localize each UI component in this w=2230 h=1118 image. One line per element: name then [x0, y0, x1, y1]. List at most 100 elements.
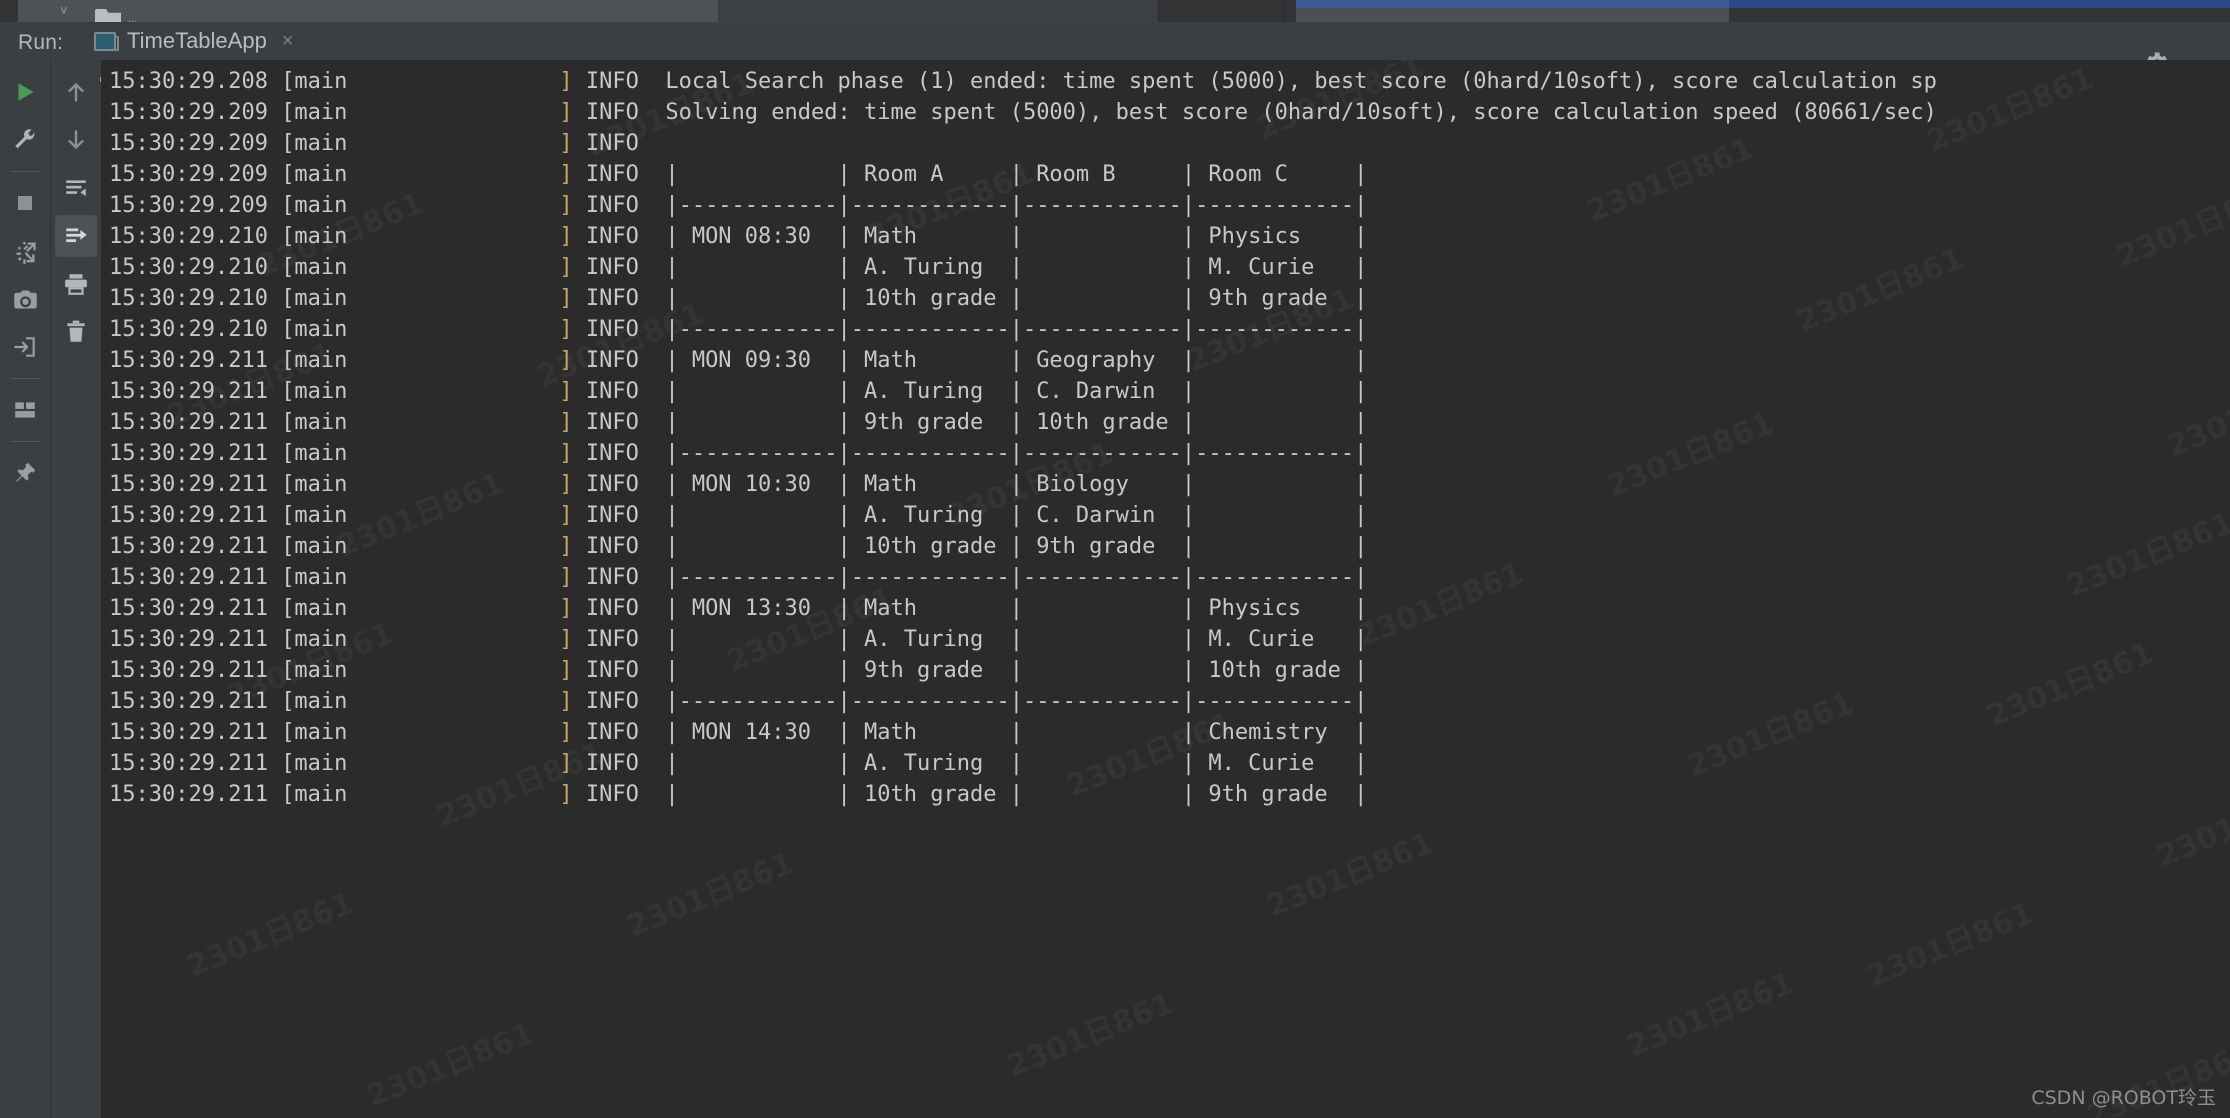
log-line: 15:30:29.210 [main ] INFO | | A. Turing … [101, 252, 1937, 283]
log-bracket: ] [559, 751, 586, 776]
log-thread: [main [281, 317, 560, 342]
log-line: 15:30:29.211 [main ] INFO | | A. Turing … [101, 624, 1937, 655]
log-timestamp: 15:30:29.211 [109, 751, 282, 776]
log-line: 15:30:29.211 [main ] INFO | | 10th grade… [101, 779, 1937, 810]
previous-occurrence-button[interactable] [55, 71, 97, 113]
rerun-failed-tests-button[interactable] [4, 230, 46, 272]
soft-wrap-icon [63, 175, 89, 201]
log-timestamp: 15:30:29.211 [109, 689, 282, 714]
log-message: Solving ended: time spent (5000), best s… [665, 100, 1937, 125]
chrome-segment-title-bar-blue-dark [1729, 0, 2230, 8]
log-level: INFO [585, 534, 666, 559]
log-timestamp: 15:30:29.211 [109, 441, 282, 466]
log-message: | MON 13:30 | Math | | Physics | [665, 596, 1368, 621]
log-message: |------------|------------|------------|… [665, 689, 1368, 714]
rerun-button[interactable] [4, 71, 46, 113]
log-bracket: ] [559, 224, 586, 249]
run-configuration-icon [94, 31, 119, 51]
log-thread: [main [281, 131, 560, 156]
run-toolbar-primary [0, 60, 50, 1118]
log-level: INFO [585, 782, 666, 807]
log-level: INFO [585, 441, 666, 466]
log-message: | MON 09:30 | Math | Geography | | [665, 348, 1368, 373]
log-level: INFO [585, 658, 666, 683]
watermark-text: 2301日861 [2059, 499, 2230, 606]
log-timestamp: 15:30:29.211 [109, 565, 282, 590]
tab-timetableapp[interactable]: TimeTableApp × [88, 22, 300, 60]
log-message: | MON 08:30 | Math | | Physics | [665, 224, 1368, 249]
log-timestamp: 15:30:29.211 [109, 410, 282, 435]
log-thread: [main [281, 503, 560, 528]
log-level: INFO [585, 627, 666, 652]
log-message: | | 10th grade | | 9th grade | [665, 782, 1368, 807]
toolbar-separator [10, 441, 40, 442]
log-thread: [main [281, 565, 560, 590]
arrow-down-icon [63, 127, 89, 153]
close-icon[interactable]: × [282, 31, 294, 51]
log-message: |------------|------------|------------|… [665, 317, 1368, 342]
log-timestamp: 15:30:29.210 [109, 255, 282, 280]
attach-console-button[interactable] [4, 326, 46, 368]
chevron-down-icon[interactable]: ˅ [60, 3, 68, 19]
watermark-text: 2301日861 [2149, 769, 2230, 876]
arrow-up-icon [63, 79, 89, 105]
log-message: | | 10th grade | 9th grade | | [665, 534, 1368, 559]
log-bracket: ] [559, 348, 586, 373]
log-level: INFO [585, 162, 666, 187]
log-thread: [main [281, 441, 560, 466]
log-level: INFO [585, 131, 666, 156]
log-line: 15:30:29.211 [main ] INFO | | A. Turing … [101, 500, 1937, 531]
log-thread: [main [281, 162, 560, 187]
log-line: 15:30:29.211 [main ] INFO |------------|… [101, 686, 1937, 717]
log-timestamp: 15:30:29.210 [109, 224, 282, 249]
log-bracket: ] [559, 100, 586, 125]
next-occurrence-button[interactable] [55, 119, 97, 161]
print-button[interactable] [55, 263, 97, 305]
log-message: | MON 14:30 | Math | | Chemistry | [665, 720, 1368, 745]
screenshot-button[interactable] [4, 278, 46, 320]
stop-button[interactable] [4, 182, 46, 224]
log-bracket: ] [559, 472, 586, 497]
watermark-text: 2301日861 [1859, 889, 2039, 996]
log-message: |------------|------------|------------|… [665, 441, 1368, 466]
watermark-text: 2301日861 [2079, 1029, 2230, 1118]
chrome-segment-right-dark [1729, 8, 2230, 22]
log-bracket: ] [559, 255, 586, 280]
scroll-to-end-button[interactable] [54, 215, 97, 257]
log-message: |------------|------------|------------|… [665, 565, 1368, 590]
console-output-panel[interactable]: 2301日8612301日8612301日8612301日8612301日861… [101, 60, 2230, 1118]
watermark-text: 2301日861 [619, 839, 799, 946]
log-bracket: ] [559, 565, 586, 590]
log-thread: [main [281, 658, 560, 683]
chrome-segment-title-bar-blue [1296, 0, 1729, 8]
log-level: INFO [585, 689, 666, 714]
clear-all-button[interactable] [55, 311, 97, 353]
log-line: 15:30:29.211 [main ] INFO | | A. Turing … [101, 748, 1937, 779]
log-level: INFO [585, 193, 666, 218]
log-bracket: ] [559, 503, 586, 528]
log-bracket: ] [559, 658, 586, 683]
log-message: | | A. Turing | | M. Curie | [665, 255, 1368, 280]
log-timestamp: 15:30:29.210 [109, 317, 282, 342]
ide-chrome-strip: ˅ ... [0, 0, 2230, 26]
log-timestamp: 15:30:29.211 [109, 503, 282, 528]
log-timestamp: 15:30:29.211 [109, 379, 282, 404]
layout-button[interactable] [4, 389, 46, 431]
log-line: 15:30:29.208 [main ] INFO Local Search p… [101, 66, 1937, 97]
log-thread: [main [281, 410, 560, 435]
watermark-text: 2301日861 [1919, 60, 2099, 160]
log-thread: [main [281, 534, 560, 559]
edit-configuration-button[interactable] [4, 119, 46, 161]
log-line: 15:30:29.211 [main ] INFO | | 9th grade … [101, 407, 1937, 438]
log-thread: [main [281, 193, 560, 218]
log-message: | | A. Turing | C. Darwin | | [665, 503, 1368, 528]
chrome-divider-right [1283, 0, 1284, 22]
log-thread: [main [281, 596, 560, 621]
watermark-text: 2301日861 [2109, 169, 2230, 276]
pin-tab-button[interactable] [4, 452, 46, 494]
log-level: INFO [585, 286, 666, 311]
soft-wrap-button[interactable] [55, 167, 97, 209]
log-line: 15:30:29.211 [main ] INFO | | 9th grade … [101, 655, 1937, 686]
log-level: INFO [585, 596, 666, 621]
log-line: 15:30:29.211 [main ] INFO | MON 13:30 | … [101, 593, 1937, 624]
